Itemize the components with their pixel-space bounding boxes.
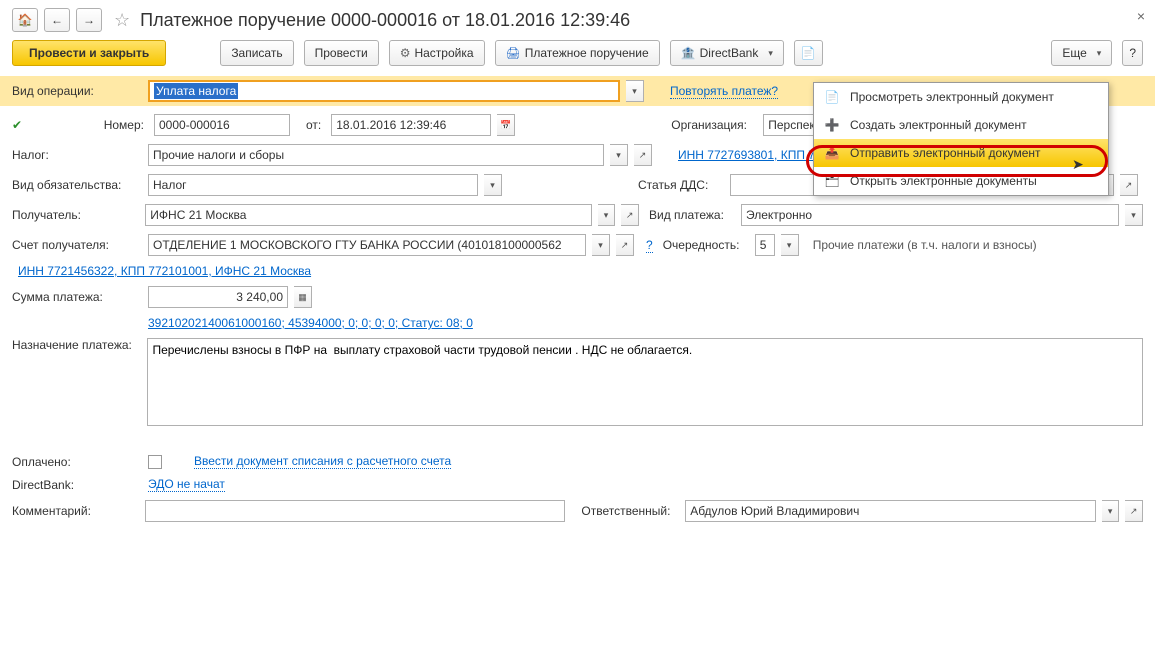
recipient-open[interactable]: ↗ [621, 204, 639, 226]
sum-input[interactable]: 3 240,00 [148, 286, 288, 308]
pay-type-dd[interactable]: ▾ [1125, 204, 1143, 226]
dds-label: Статья ДДС: [638, 178, 724, 192]
account-help[interactable]: ? [646, 238, 653, 253]
account-open[interactable]: ↗ [616, 234, 634, 256]
purpose-label: Назначение платежа: [12, 338, 141, 352]
back-button[interactable]: ← [44, 8, 70, 32]
settings-button[interactable]: ⚙Настройка [389, 40, 485, 66]
org-label: Организация: [671, 118, 757, 132]
priority-dd[interactable]: ▾ [781, 234, 799, 256]
priority-input[interactable]: 5 [755, 234, 775, 256]
comment-label: Комментарий: [12, 504, 139, 518]
payment-order-button[interactable]: 🖨Платежное поручение [495, 40, 660, 66]
calc-button[interactable]: ▦ [294, 286, 312, 308]
paid-label: Оплачено: [12, 455, 142, 469]
bank-icon: 🏦 [681, 46, 696, 60]
direct-bank-dropdown[interactable]: 🏦DirectBank [670, 40, 784, 66]
home-button[interactable]: 🏠 [12, 8, 38, 32]
recipient-input[interactable]: ИФНС 21 Москва [145, 204, 591, 226]
inn-kpp-link[interactable]: ИНН 7727693801, КПП 77 [678, 148, 822, 162]
responsible-dd[interactable]: ▾ [1102, 500, 1120, 522]
tax-label: Налог: [12, 148, 142, 162]
tree-icon: 🗂 [824, 173, 840, 189]
help-button[interactable]: ? [1122, 40, 1143, 66]
paid-checkbox[interactable] [148, 455, 162, 469]
number-label: Номер: [38, 118, 148, 132]
priority-label: Очередность: [663, 238, 749, 252]
number-input[interactable]: 0000-000016 [154, 114, 290, 136]
post-button[interactable]: Провести [304, 40, 379, 66]
account-dd[interactable]: ▾ [592, 234, 610, 256]
pay-type-label: Вид платежа: [649, 208, 735, 222]
op-type-label: Вид операции: [12, 84, 142, 98]
comment-input[interactable] [145, 500, 565, 522]
document-icon: 📄 [824, 89, 840, 105]
tax-input[interactable]: Прочие налоги и сборы [148, 144, 604, 166]
menu-open-edocs[interactable]: 🗂 Открыть электронные документы [814, 167, 1108, 195]
tax-dd[interactable]: ▾ [610, 144, 628, 166]
send-icon: 📤 [824, 145, 840, 161]
forward-button[interactable]: → [76, 8, 102, 32]
account-input[interactable]: ОТДЕЛЕНИЕ 1 МОСКОВСКОГО ГТУ БАНКА РОССИИ… [148, 234, 586, 256]
page-title: Платежное поручение 0000-000016 от 18.01… [140, 10, 630, 31]
recipient-dd[interactable]: ▾ [598, 204, 616, 226]
date-input[interactable]: 18.01.2016 12:39:46 [331, 114, 491, 136]
doc-icon-button[interactable]: 📄 [794, 40, 823, 66]
write-button[interactable]: Записать [220, 40, 293, 66]
recipient-label: Получатель: [12, 208, 139, 222]
priority-desc: Прочие платежи (в т.ч. налоги и взносы) [813, 238, 1037, 252]
op-type-input[interactable]: Уплата налога [148, 80, 620, 102]
gear-icon: ⚙ [400, 46, 411, 60]
print-icon: 🖨 [506, 46, 521, 60]
menu-send-edoc[interactable]: 📤 Отправить электронный документ [814, 139, 1108, 167]
pay-type-input[interactable]: Электронно [741, 204, 1119, 226]
repeat-payment-link[interactable]: Повторять платеж? [670, 84, 778, 99]
close-button[interactable]: × [1137, 8, 1145, 24]
kbk-link[interactable]: 39210202140061000160; 45394000; 0; 0; 0;… [148, 316, 473, 330]
paid-link[interactable]: Ввести документ списания с расчетного сч… [194, 454, 451, 469]
account-label: Счет получателя: [12, 238, 142, 252]
directbank-menu: 📄 Просмотреть электронный документ ➕ Соз… [813, 82, 1109, 196]
responsible-open[interactable]: ↗ [1125, 500, 1143, 522]
sum-label: Сумма платежа: [12, 290, 142, 304]
favorite-icon[interactable]: ☆ [114, 10, 130, 31]
menu-create-edoc[interactable]: ➕ Создать электронный документ [814, 111, 1108, 139]
date-picker[interactable]: 📅 [497, 114, 515, 136]
responsible-input[interactable]: Абдулов Юрий Владимирович [685, 500, 1096, 522]
document-icon: 📄 [801, 46, 816, 60]
plus-icon: ➕ [824, 117, 840, 133]
tax-open[interactable]: ↗ [634, 144, 652, 166]
more-dropdown[interactable]: Еще [1051, 40, 1112, 66]
own-inn-link[interactable]: ИНН 7721456322, КПП 772101001, ИФНС 21 М… [18, 264, 311, 278]
from-label: от: [306, 118, 325, 132]
check-icon: ✔ [12, 118, 22, 132]
liability-input[interactable]: Налог [148, 174, 478, 196]
op-type-picker[interactable]: ▾ [626, 80, 644, 102]
directbank-label: DirectBank: [12, 478, 142, 492]
directbank-status-link[interactable]: ЭДО не начат [148, 477, 225, 492]
liability-label: Вид обязательства: [12, 178, 142, 192]
purpose-textarea[interactable] [147, 338, 1143, 426]
liability-dd[interactable]: ▾ [484, 174, 502, 196]
menu-view-edoc[interactable]: 📄 Просмотреть электронный документ [814, 83, 1108, 111]
cursor-icon: ➤ [1072, 156, 1084, 173]
dds-open[interactable]: ↗ [1120, 174, 1138, 196]
responsible-label: Ответственный: [581, 504, 679, 518]
post-and-close-button[interactable]: Провести и закрыть [12, 40, 166, 66]
